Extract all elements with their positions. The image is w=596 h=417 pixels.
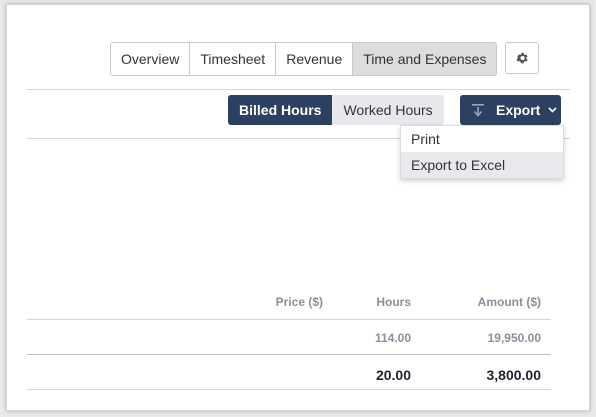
export-button[interactable]: Export <box>460 95 561 125</box>
export-menu: Print Export to Excel <box>400 125 564 179</box>
total-amount: 3,800.00 <box>486 367 542 383</box>
billed-hours-button[interactable]: Billed Hours <box>228 95 333 125</box>
menu-item-print[interactable]: Print <box>401 126 563 152</box>
table-divider <box>27 319 551 320</box>
gear-icon <box>516 52 528 64</box>
download-icon <box>468 95 488 125</box>
tab-overview[interactable]: Overview <box>111 43 190 75</box>
export-label: Export <box>496 102 541 118</box>
total-hours: 20.00 <box>375 367 411 383</box>
column-header-hours: Hours <box>376 295 411 309</box>
table-divider <box>27 389 551 390</box>
report-panel: Overview Timesheet Revenue Time and Expe… <box>6 4 590 411</box>
view-tabs: Overview Timesheet Revenue Time and Expe… <box>110 42 498 76</box>
tab-timesheet[interactable]: Timesheet <box>189 43 276 75</box>
column-header-amount: Amount ($) <box>477 295 541 309</box>
chevron-down-icon <box>548 107 557 113</box>
hours-toggle: Billed Hours Worked Hours <box>228 95 444 125</box>
row-amount: 19,950.00 <box>487 331 541 345</box>
worked-hours-button[interactable]: Worked Hours <box>332 95 444 125</box>
tab-time-and-expenses[interactable]: Time and Expenses <box>352 43 497 75</box>
menu-item-export-to-excel[interactable]: Export to Excel <box>401 152 563 178</box>
divider <box>27 89 570 90</box>
tab-revenue[interactable]: Revenue <box>275 43 353 75</box>
settings-button[interactable] <box>505 42 539 74</box>
column-header-price: Price ($) <box>275 295 323 309</box>
table-divider <box>27 354 551 355</box>
row-hours: 114.00 <box>374 331 411 345</box>
